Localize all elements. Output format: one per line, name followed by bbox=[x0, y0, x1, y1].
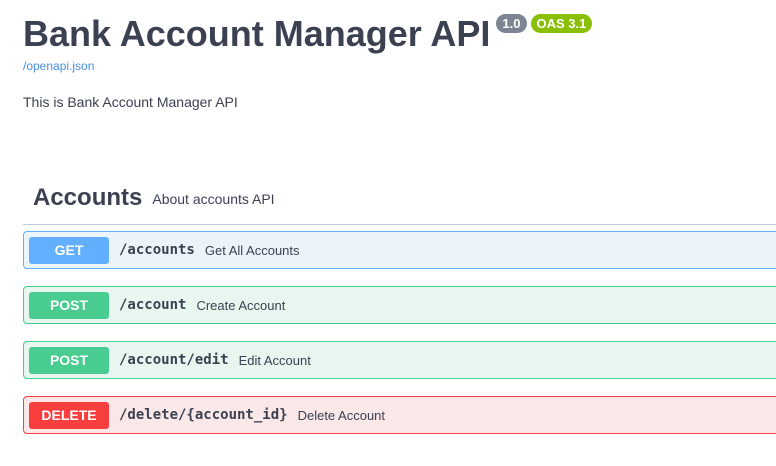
operation-path: /delete/{account_id} bbox=[119, 407, 288, 423]
operation-path: /account bbox=[119, 297, 187, 313]
version-badge: 1.0 bbox=[496, 14, 527, 33]
api-description: This is Bank Account Manager API bbox=[23, 94, 238, 110]
title-row: Bank Account Manager API 1.0 OAS 3.1 bbox=[23, 10, 593, 58]
operation-post-account[interactable]: POST /account Create Account bbox=[23, 286, 776, 324]
method-badge-delete: DELETE bbox=[29, 401, 109, 429]
tag-accounts-header[interactable]: Accounts About accounts API bbox=[23, 172, 776, 225]
page-title: Bank Account Manager API bbox=[23, 13, 491, 54]
operation-summary: Delete Account bbox=[297, 407, 386, 423]
operation-delete-account[interactable]: DELETE /delete/{account_id} Delete Accou… bbox=[23, 396, 776, 434]
operation-summary: Create Account bbox=[196, 297, 286, 313]
tag-name: Accounts bbox=[33, 184, 143, 211]
operation-get-accounts[interactable]: GET /accounts Get All Accounts bbox=[23, 231, 776, 269]
oas-badge: OAS 3.1 bbox=[530, 14, 593, 33]
operation-post-account-edit[interactable]: POST /account/edit Edit Account bbox=[23, 341, 776, 379]
operation-summary: Edit Account bbox=[238, 352, 311, 368]
openapi-json-link[interactable]: /openapi.json bbox=[23, 59, 94, 73]
swagger-page: Bank Account Manager API 1.0 OAS 3.1 /op… bbox=[0, 0, 776, 466]
operation-path: /accounts bbox=[119, 242, 195, 258]
operation-summary: Get All Accounts bbox=[204, 242, 300, 258]
method-badge-post: POST bbox=[29, 346, 109, 374]
operation-path: /account/edit bbox=[119, 352, 229, 368]
method-badge-post: POST bbox=[29, 291, 109, 319]
method-badge-get: GET bbox=[29, 236, 109, 264]
tag-description: About accounts API bbox=[152, 191, 275, 207]
